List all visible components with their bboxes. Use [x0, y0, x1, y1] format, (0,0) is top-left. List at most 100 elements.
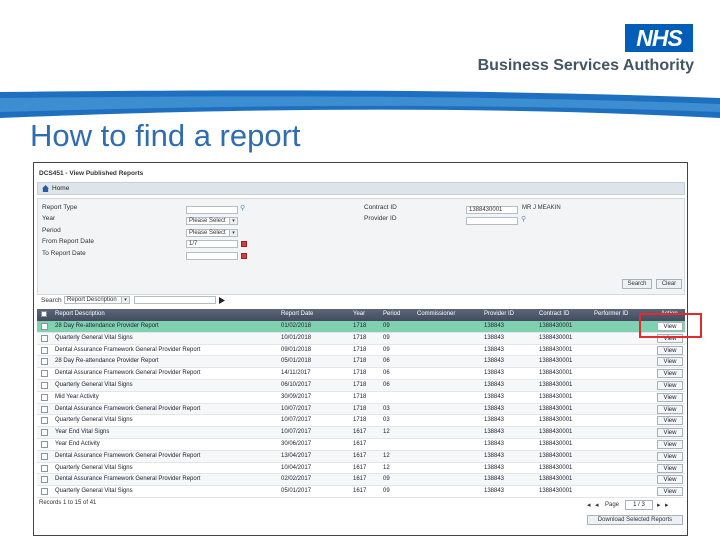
clear-button[interactable]: Clear [656, 279, 682, 289]
column-header[interactable]: Provider ID [484, 311, 514, 317]
cell-year: 1718 [353, 382, 367, 388]
table-row[interactable]: Dental Assurance Framework General Provi… [37, 474, 685, 487]
table-row[interactable]: Quarterly General Vital Signs 10/04/2017 1… [37, 463, 685, 475]
column-header[interactable]: Period [383, 311, 400, 317]
cell-desc: Dental Assurance Framework General Provi… [55, 452, 201, 459]
period-label: Period [42, 227, 61, 234]
view-button[interactable]: View [657, 451, 683, 461]
last-page-icon[interactable]: ▸ [665, 501, 669, 509]
download-selected-button[interactable]: Download Selected Reports [587, 515, 683, 525]
table-row[interactable]: Year End Activity 30/06/2017 1617 138843 138… [37, 439, 685, 451]
provider-id-input[interactable] [466, 217, 518, 225]
view-button[interactable]: View [657, 345, 683, 355]
year-select[interactable]: Please Select ▾ [186, 217, 238, 225]
cell-year: 1617 [353, 429, 367, 436]
quick-search-field-select[interactable]: Report Description ▾ [64, 296, 130, 304]
row-checkbox[interactable] [41, 334, 48, 342]
cell-year: 1718 [353, 393, 367, 400]
view-button-highlight [639, 313, 702, 338]
cell-provider: 138843 [484, 358, 505, 365]
home-icon[interactable] [42, 185, 49, 192]
year-select-value: Please Select [189, 218, 226, 224]
contract-id-label: Contract ID [364, 204, 397, 211]
cell-period: 12 [383, 429, 390, 436]
row-checkbox[interactable] [41, 429, 48, 437]
organisation-name: Business Services Authority [477, 57, 694, 74]
table-row[interactable]: Quarterly General Vital Signs 10/01/2018 1… [37, 332, 685, 345]
view-button[interactable]: View [657, 369, 683, 379]
table-row[interactable]: Dental Assurance Framework General Provi… [37, 403, 685, 416]
cell-date: 10/04/2017 [281, 464, 312, 471]
window-title: DCS451 - View Published Reports [39, 170, 144, 177]
table-row[interactable]: 28 Day Re-attendance Provider Report 01/0… [37, 321, 685, 333]
lookup-icon[interactable]: ⚲ [240, 205, 246, 212]
column-header[interactable]: Report Date [281, 311, 313, 317]
period-select[interactable]: Please Select ▾ [186, 229, 238, 237]
view-button[interactable]: View [657, 416, 683, 426]
from-date-input[interactable]: 1/7 [186, 240, 238, 248]
row-checkbox[interactable] [41, 476, 48, 484]
play-icon[interactable] [219, 297, 225, 304]
search-button[interactable]: Search [622, 279, 652, 289]
row-checkbox[interactable] [41, 370, 48, 378]
calendar-icon[interactable] [241, 241, 247, 247]
row-checkbox[interactable] [41, 346, 48, 354]
view-button[interactable]: View [657, 475, 683, 485]
table-row[interactable]: Quarterly General Vital Signs 06/10/2017 1… [37, 380, 685, 392]
table-row[interactable]: Dental Assurance Framework General Provi… [37, 345, 685, 357]
cell-desc: 28 Day Re-attendance Provider Report [55, 358, 159, 365]
calendar-icon[interactable] [241, 253, 247, 259]
row-checkbox[interactable] [41, 382, 48, 389]
row-checkbox[interactable] [41, 358, 48, 366]
view-button[interactable]: View [657, 440, 683, 449]
view-button[interactable]: View [657, 381, 683, 390]
first-page-icon[interactable]: ◂ [587, 501, 591, 509]
view-button[interactable]: View [657, 357, 683, 367]
cell-desc: Dental Assurance Framework General Provi… [55, 370, 201, 377]
row-checkbox[interactable] [41, 452, 48, 460]
lookup-icon[interactable]: ⚲ [521, 216, 527, 223]
quick-search-input[interactable] [134, 296, 216, 304]
page-number[interactable]: 1 / 3 [625, 500, 653, 510]
column-header[interactable]: Report Description [55, 311, 105, 317]
view-button[interactable]: View [657, 392, 683, 402]
row-checkbox[interactable] [41, 323, 48, 330]
cell-desc: 28 Day Re-attendance Provider Report [55, 323, 159, 329]
view-button[interactable]: View [657, 428, 683, 438]
column-header[interactable]: Performer ID [594, 311, 628, 317]
contract-id-input[interactable]: 1388430001 [466, 206, 518, 214]
cell-date: 30/06/2017 [281, 441, 312, 447]
cell-desc: Dental Assurance Framework General Provi… [55, 405, 201, 412]
table-row[interactable]: Quarterly General Vital Signs 10/07/2017 1… [37, 415, 685, 428]
prev-page-icon[interactable]: ◂ [595, 501, 599, 509]
column-header[interactable]: Year [353, 311, 365, 317]
row-checkbox[interactable] [41, 393, 48, 401]
row-checkbox[interactable] [41, 441, 48, 448]
row-checkbox[interactable] [41, 488, 48, 496]
next-page-icon[interactable]: ▸ [657, 501, 661, 509]
report-type-input[interactable] [186, 206, 238, 214]
row-checkbox[interactable] [41, 464, 48, 472]
column-header[interactable]: Contract ID [539, 311, 569, 317]
cell-period: 09 [383, 476, 390, 483]
to-date-input[interactable] [186, 252, 238, 260]
cell-year: 1617 [353, 488, 367, 495]
cell-period: 09 [383, 334, 390, 341]
table-row[interactable]: 28 Day Re-attendance Provider Report 05/0… [37, 356, 685, 369]
select-all-checkbox[interactable] [41, 311, 47, 317]
breadcrumb-home[interactable]: Home [52, 185, 69, 192]
view-button[interactable]: View [657, 404, 683, 414]
table-row[interactable]: Dental Assurance Framework General Provi… [37, 450, 685, 463]
nhs-logo: NHS [625, 24, 693, 52]
row-checkbox[interactable] [41, 405, 48, 413]
row-checkbox[interactable] [41, 417, 48, 425]
column-header[interactable]: Commissioner [417, 311, 455, 317]
table-row[interactable]: Year End Vital Signs 10/07/2017 1617 12 1388… [37, 427, 685, 439]
view-button[interactable]: View [657, 463, 683, 473]
view-button[interactable]: View [657, 487, 683, 497]
records-count: Records 1 to 15 of 41 [39, 500, 97, 506]
table-row[interactable]: Dental Assurance Framework General Provi… [37, 368, 685, 380]
table-row[interactable]: Quarterly General Vital Signs 05/01/2017 1… [37, 486, 685, 498]
cell-period: 09 [383, 323, 390, 329]
table-row[interactable]: Mid Year Activity 30/09/2017 1718 138843 138… [37, 392, 685, 404]
